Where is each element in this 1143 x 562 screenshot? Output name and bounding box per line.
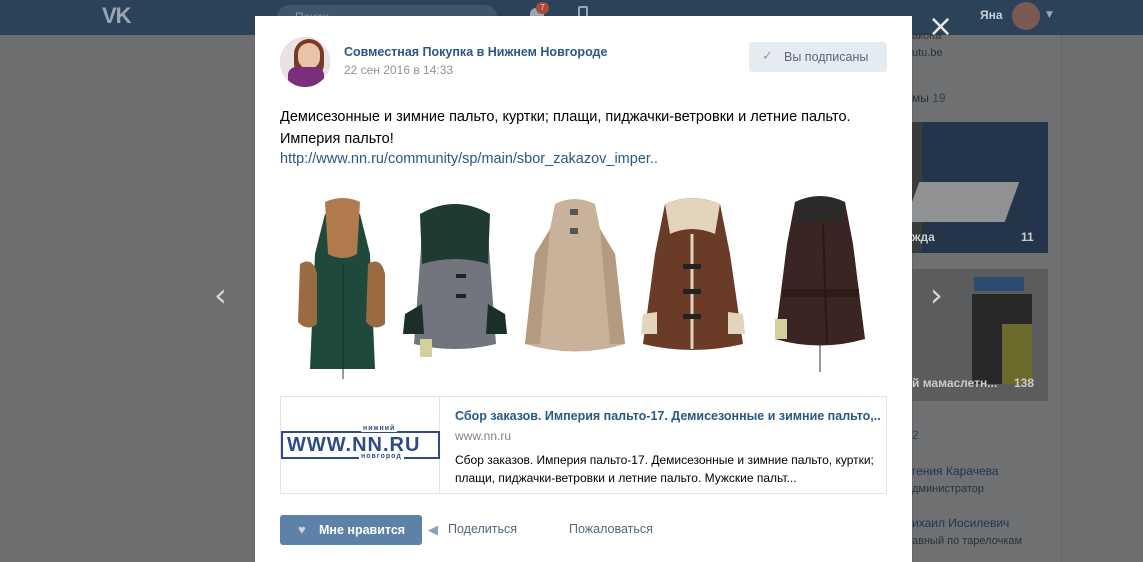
share-label: Поделиться bbox=[448, 522, 518, 536]
like-label: Мне нравится bbox=[319, 523, 406, 537]
avatar-body bbox=[288, 67, 324, 87]
album-2-caption: й мамаслетн... bbox=[912, 376, 998, 390]
album-image-detail bbox=[1002, 324, 1032, 384]
notification-badge: 7 bbox=[536, 2, 549, 14]
chevron-left-icon[interactable]: ‹ bbox=[214, 276, 227, 314]
close-icon[interactable]: × bbox=[928, 12, 953, 42]
subscribed-button[interactable]: ✓ Вы подписаны bbox=[749, 42, 887, 72]
member-2-name[interactable]: ихаил Иосилевич bbox=[912, 516, 1009, 530]
user-avatar[interactable] bbox=[1012, 2, 1040, 30]
album-1-count: 11 bbox=[1021, 230, 1034, 244]
avatar-face bbox=[298, 43, 320, 69]
snippet-logo[interactable]: нижний WWW.NN.RU новгород bbox=[281, 397, 440, 493]
coat-image-5 bbox=[765, 194, 875, 372]
report-button[interactable]: Пожаловаться bbox=[569, 522, 653, 536]
post-image[interactable] bbox=[280, 194, 887, 382]
member-2-role: авный по тарелочкам bbox=[912, 535, 1023, 547]
coat-image-2 bbox=[400, 194, 510, 369]
coat-image-3 bbox=[520, 194, 630, 364]
coat-image-1 bbox=[295, 194, 390, 379]
sidebar-albums-label[interactable]: мы 19 bbox=[912, 91, 946, 105]
albums-count: 19 bbox=[932, 91, 946, 105]
member-1-name[interactable]: гения Карачева bbox=[912, 464, 999, 478]
snippet-domain: www.nn.ru bbox=[455, 429, 512, 443]
user-name[interactable]: Яна bbox=[980, 8, 1003, 22]
chevron-down-icon[interactable]: ▼ bbox=[1046, 10, 1053, 20]
chevron-right-icon[interactable]: › bbox=[930, 276, 943, 314]
coat-image-4 bbox=[635, 194, 750, 364]
members-count: 2 bbox=[912, 428, 919, 442]
share-button[interactable]: ◀ Поделиться bbox=[428, 522, 518, 537]
heart-icon: ♥ bbox=[298, 522, 306, 537]
vk-logo[interactable]: VK bbox=[102, 3, 132, 29]
post-link[interactable]: http://www.nn.ru/community/sp/main/sbor_… bbox=[280, 151, 658, 167]
snippet-description: Сбор заказов. Империя пальто-17. Демисез… bbox=[455, 453, 874, 485]
album-1-caption: жда bbox=[912, 230, 935, 244]
like-button[interactable]: ♥ Мне нравится bbox=[280, 515, 422, 545]
albums-title: мы bbox=[912, 91, 929, 105]
post-modal: Совместная Покупка в Нижнем Новгороде 22… bbox=[255, 16, 912, 562]
subscribed-label: Вы подписаны bbox=[784, 50, 869, 64]
logo-top-text: нижний bbox=[361, 425, 398, 432]
member-1-role: дминистратор bbox=[912, 483, 985, 495]
megaphone-icon: ◀ bbox=[428, 522, 438, 537]
logo-bottom-text: новгород bbox=[359, 453, 404, 460]
post-text: Демисезонные и зимние пальто, куртки; пл… bbox=[280, 109, 851, 147]
community-avatar[interactable] bbox=[280, 37, 330, 87]
album-image-detail bbox=[974, 277, 1024, 291]
post-author[interactable]: Совместная Покупка в Нижнем Новгороде bbox=[344, 45, 607, 59]
snippet-title[interactable]: Сбор заказов. Империя пальто-17. Демисез… bbox=[455, 409, 880, 423]
post-date[interactable]: 22 сен 2016 в 14:33 bbox=[344, 63, 453, 77]
album-2-count: 138 bbox=[1014, 376, 1035, 390]
album-image-detail bbox=[912, 182, 1020, 222]
link-snippet[interactable]: нижний WWW.NN.RU новгород Сбор заказов. … bbox=[280, 396, 887, 494]
sidebar-link-2[interactable]: utu.be bbox=[912, 47, 943, 59]
check-icon: ✓ bbox=[762, 48, 773, 63]
